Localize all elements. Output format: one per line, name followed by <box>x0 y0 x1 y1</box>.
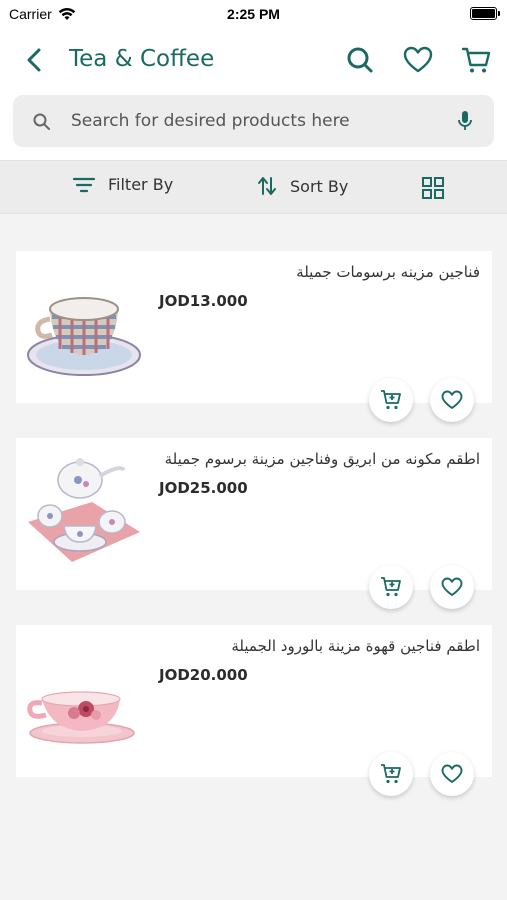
filter-button[interactable]: Filter By <box>72 175 173 194</box>
sort-icon <box>258 177 276 195</box>
product-name: اطقم مكونه من ابريق وفناجين مزينة برسوم … <box>164 450 480 468</box>
product-name: اطقم فناجين قهوة مزينة بالورود الجميلة <box>231 637 480 655</box>
status-bar: Carrier 2:25 PM <box>0 0 507 28</box>
product-price: JOD20.000 <box>159 666 248 684</box>
cart-icon[interactable] <box>461 45 491 75</box>
add-to-cart-icon <box>381 577 401 597</box>
product-name: فناجين مزينه برسومات جميلة <box>296 263 480 281</box>
add-to-cart-icon <box>381 764 401 784</box>
search-bar[interactable] <box>13 95 494 147</box>
nav-bar: Tea & Coffee <box>0 28 507 92</box>
add-to-wishlist-button[interactable] <box>430 378 474 422</box>
status-time: 2:25 PM <box>227 6 280 22</box>
heart-icon <box>441 764 463 783</box>
microphone-icon[interactable] <box>455 109 475 133</box>
filter-label: Filter By <box>108 175 174 194</box>
product-image <box>28 458 140 562</box>
heart-icon <box>441 577 463 596</box>
search-input[interactable] <box>71 107 441 135</box>
page-title: Tea & Coffee <box>69 46 215 72</box>
sort-label: Sort By <box>290 176 349 196</box>
product-image <box>27 297 141 376</box>
product-card[interactable]: اطقم مكونه من ابريق وفناجين مزينة برسوم … <box>16 438 492 609</box>
product-card[interactable]: فناجين مزينه برسومات جميلة JOD13.000 <box>16 251 492 422</box>
add-to-wishlist-button[interactable] <box>430 565 474 609</box>
sort-button[interactable]: Sort By <box>256 175 348 197</box>
heart-icon[interactable] <box>403 45 433 75</box>
search-icon[interactable] <box>345 45 375 75</box>
add-to-cart-button[interactable] <box>369 378 413 422</box>
add-to-cart-button[interactable] <box>369 752 413 796</box>
product-price: JOD25.000 <box>159 479 248 497</box>
heart-icon <box>441 390 463 409</box>
filter-icon <box>72 177 96 192</box>
back-arrow-icon[interactable] <box>20 45 50 75</box>
search-icon <box>33 113 50 130</box>
grid-view-icon[interactable] <box>421 176 445 200</box>
product-price: JOD13.000 <box>159 292 248 310</box>
product-image <box>27 691 135 744</box>
filter-sort-bar: Filter By Sort By <box>0 160 507 214</box>
battery-icon <box>470 7 500 20</box>
add-to-wishlist-button[interactable] <box>430 752 474 796</box>
search-section <box>0 92 507 160</box>
product-card[interactable]: اطقم فناجين قهوة مزينة بالورود الجميلة J… <box>16 625 492 796</box>
add-to-cart-icon <box>381 390 401 410</box>
add-to-cart-button[interactable] <box>369 565 413 609</box>
